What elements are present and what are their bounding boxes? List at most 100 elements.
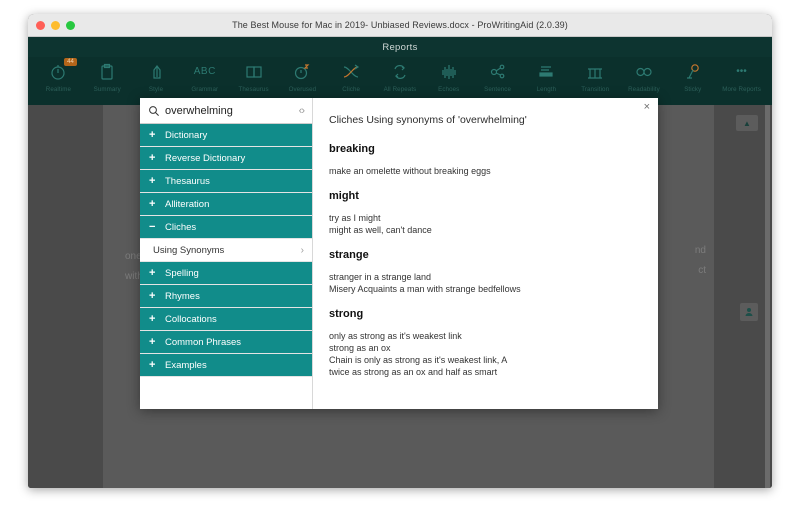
reports-header-bar: Reports — [28, 37, 772, 57]
cliche-group: might try as I might might as well, can't … — [329, 190, 638, 236]
dialog-sidebar: overwhelming ‹› + Dictionary + Reverse Dict… — [140, 98, 313, 409]
toolbar-item-label: Overused — [288, 86, 317, 93]
toolbar-item-label: Summary — [93, 86, 121, 93]
nav-item-rhymes[interactable]: + Rhymes — [140, 285, 312, 308]
cliche-line: only as strong as it's weakest link — [329, 331, 462, 341]
chevron-right-icon[interactable]: › — [301, 245, 304, 256]
search-input[interactable]: overwhelming — [165, 105, 299, 117]
cliche-line: try as I might — [329, 213, 381, 223]
nav-item-label: Spelling — [165, 267, 199, 279]
waveform-icon — [440, 61, 458, 83]
clipboard-icon — [98, 61, 116, 83]
toolbar-item-more-reports[interactable]: ••• More Reports — [717, 57, 766, 105]
expand-toggle-icon[interactable]: + — [149, 152, 159, 164]
cliche-group: breaking make an omelette without breakin… — [329, 143, 638, 177]
dialog-nav-list: + Dictionary + Reverse Dictionary + Thesaurus… — [140, 124, 312, 409]
screenshot-root: The Best Mouse for Mac in 2019- Unbiased… — [0, 0, 800, 517]
thesaurus-dialog: overwhelming ‹› + Dictionary + Reverse Dict… — [140, 98, 658, 409]
window-title: The Best Mouse for Mac in 2019- Unbiased… — [232, 20, 568, 30]
toolbar-item-label: Transition — [581, 86, 610, 93]
close-window-button[interactable] — [36, 21, 45, 30]
nav-item-dictionary[interactable]: + Dictionary — [140, 124, 312, 147]
nav-item-cliches[interactable]: − Cliches — [140, 216, 312, 239]
shuffle-icon — [342, 61, 360, 83]
search-row[interactable]: overwhelming ‹› — [140, 98, 312, 124]
window-titlebar: The Best Mouse for Mac in 2019- Unbiased… — [28, 14, 772, 37]
minimize-window-button[interactable] — [51, 21, 60, 30]
ellipsis-icon: ••• — [736, 66, 747, 77]
toolbar-item-label: Grammar — [191, 86, 219, 93]
toolbar-item-realtime[interactable]: Realtime 44 — [34, 57, 83, 105]
panel-title: Cliches Using synonyms of 'overwhelming' — [329, 114, 527, 126]
reports-header-label: Reports — [382, 41, 418, 53]
cliche-group-heading: strange — [329, 249, 369, 261]
chevron-up-icon: ▲ — [743, 118, 751, 128]
document-right-gutter: ▲ — [714, 105, 772, 488]
network-icon — [489, 61, 507, 83]
collapse-panel-button[interactable]: ▲ — [736, 115, 758, 131]
bridge-icon — [586, 61, 604, 83]
expand-toggle-icon[interactable]: + — [149, 359, 159, 371]
document-scrollbar[interactable] — [765, 105, 770, 488]
nav-item-spelling[interactable]: + Spelling — [140, 262, 312, 285]
glasses-icon — [635, 61, 653, 83]
cliche-group: strong only as strong as it's weakest lin… — [329, 308, 638, 378]
toolbar-item-label: Cliche — [342, 86, 361, 93]
expand-toggle-icon[interactable]: + — [149, 267, 159, 279]
nav-subitem-using-synonyms[interactable]: Using Synonyms › — [140, 239, 312, 262]
toolbar-item-label: Echoes — [438, 86, 460, 93]
nav-item-alliteration[interactable]: + Alliteration — [140, 193, 312, 216]
nav-item-label: Common Phrases — [165, 336, 242, 348]
cliche-group-heading: breaking — [329, 143, 375, 155]
toolbar-item-sticky[interactable]: Sticky — [668, 57, 717, 105]
expand-toggle-icon[interactable]: + — [149, 313, 159, 325]
expand-toggle-icon[interactable]: + — [149, 129, 159, 141]
search-nav-arrows[interactable]: ‹› — [299, 105, 305, 117]
cliche-line: twice as strong as an ox and half as sma… — [329, 367, 498, 377]
nav-item-collocations[interactable]: + Collocations — [140, 308, 312, 331]
expand-toggle-icon[interactable]: + — [149, 175, 159, 187]
expand-toggle-icon[interactable]: − — [149, 221, 159, 233]
window-controls[interactable] — [36, 21, 75, 30]
cliche-groups: breaking make an omelette without breakin… — [329, 143, 638, 378]
document-text-right-2: ct — [698, 265, 706, 276]
nav-item-label: Reverse Dictionary — [165, 152, 246, 164]
search-icon — [149, 105, 159, 116]
cliche-group-heading: might — [329, 190, 359, 202]
nav-item-label: Examples — [165, 359, 207, 371]
close-icon[interactable]: × — [644, 102, 650, 113]
nav-item-thesaurus[interactable]: + Thesaurus — [140, 170, 312, 193]
document-text-right-1: nd — [694, 245, 706, 256]
nav-item-label: Alliteration — [165, 198, 210, 210]
lines-icon — [537, 61, 555, 83]
toolbar-item-label: Sentence — [484, 86, 512, 93]
nav-list-filler — [140, 377, 312, 409]
nav-item-examples[interactable]: + Examples — [140, 354, 312, 377]
nav-item-reverse-dictionary[interactable]: + Reverse Dictionary — [140, 147, 312, 170]
user-account-button[interactable] — [740, 303, 758, 321]
cliche-line: stranger in a strange land — [329, 272, 432, 282]
nav-item-label: Dictionary — [165, 129, 208, 141]
expand-toggle-icon[interactable]: + — [149, 290, 159, 302]
nav-item-label: Collocations — [165, 313, 217, 325]
toolbar-item-label: Realtime — [45, 86, 71, 93]
cliche-group-heading: strong — [329, 308, 364, 320]
expand-toggle-icon[interactable]: + — [149, 336, 159, 348]
toolbar-item-label: Sticky — [684, 86, 702, 93]
toolbar-item-summary[interactable]: Summary — [83, 57, 132, 105]
person-icon — [745, 308, 753, 316]
toolbar-item-label: Readability — [628, 86, 660, 93]
expand-toggle-icon[interactable]: + — [149, 198, 159, 210]
repeat-icon — [391, 61, 409, 83]
cliche-line: Misery Acquaints a man with strange bedf… — [329, 284, 521, 294]
maximize-window-button[interactable] — [66, 21, 75, 30]
toolbar-item-label: Thesaurus — [238, 86, 269, 93]
nav-item-common-phrases[interactable]: + Common Phrases — [140, 331, 312, 354]
dialog-content-panel: × Cliches Using synonyms of 'overwhelmin… — [313, 98, 658, 409]
toolbar-badge: 44 — [64, 58, 77, 66]
pencil-icon — [147, 61, 165, 83]
toolbar-item-label: More Reports — [722, 86, 761, 93]
lollipop-icon — [684, 61, 702, 83]
cliche-line: strong as an ox — [329, 343, 391, 353]
nav-subitem-label: Using Synonyms — [153, 244, 225, 256]
